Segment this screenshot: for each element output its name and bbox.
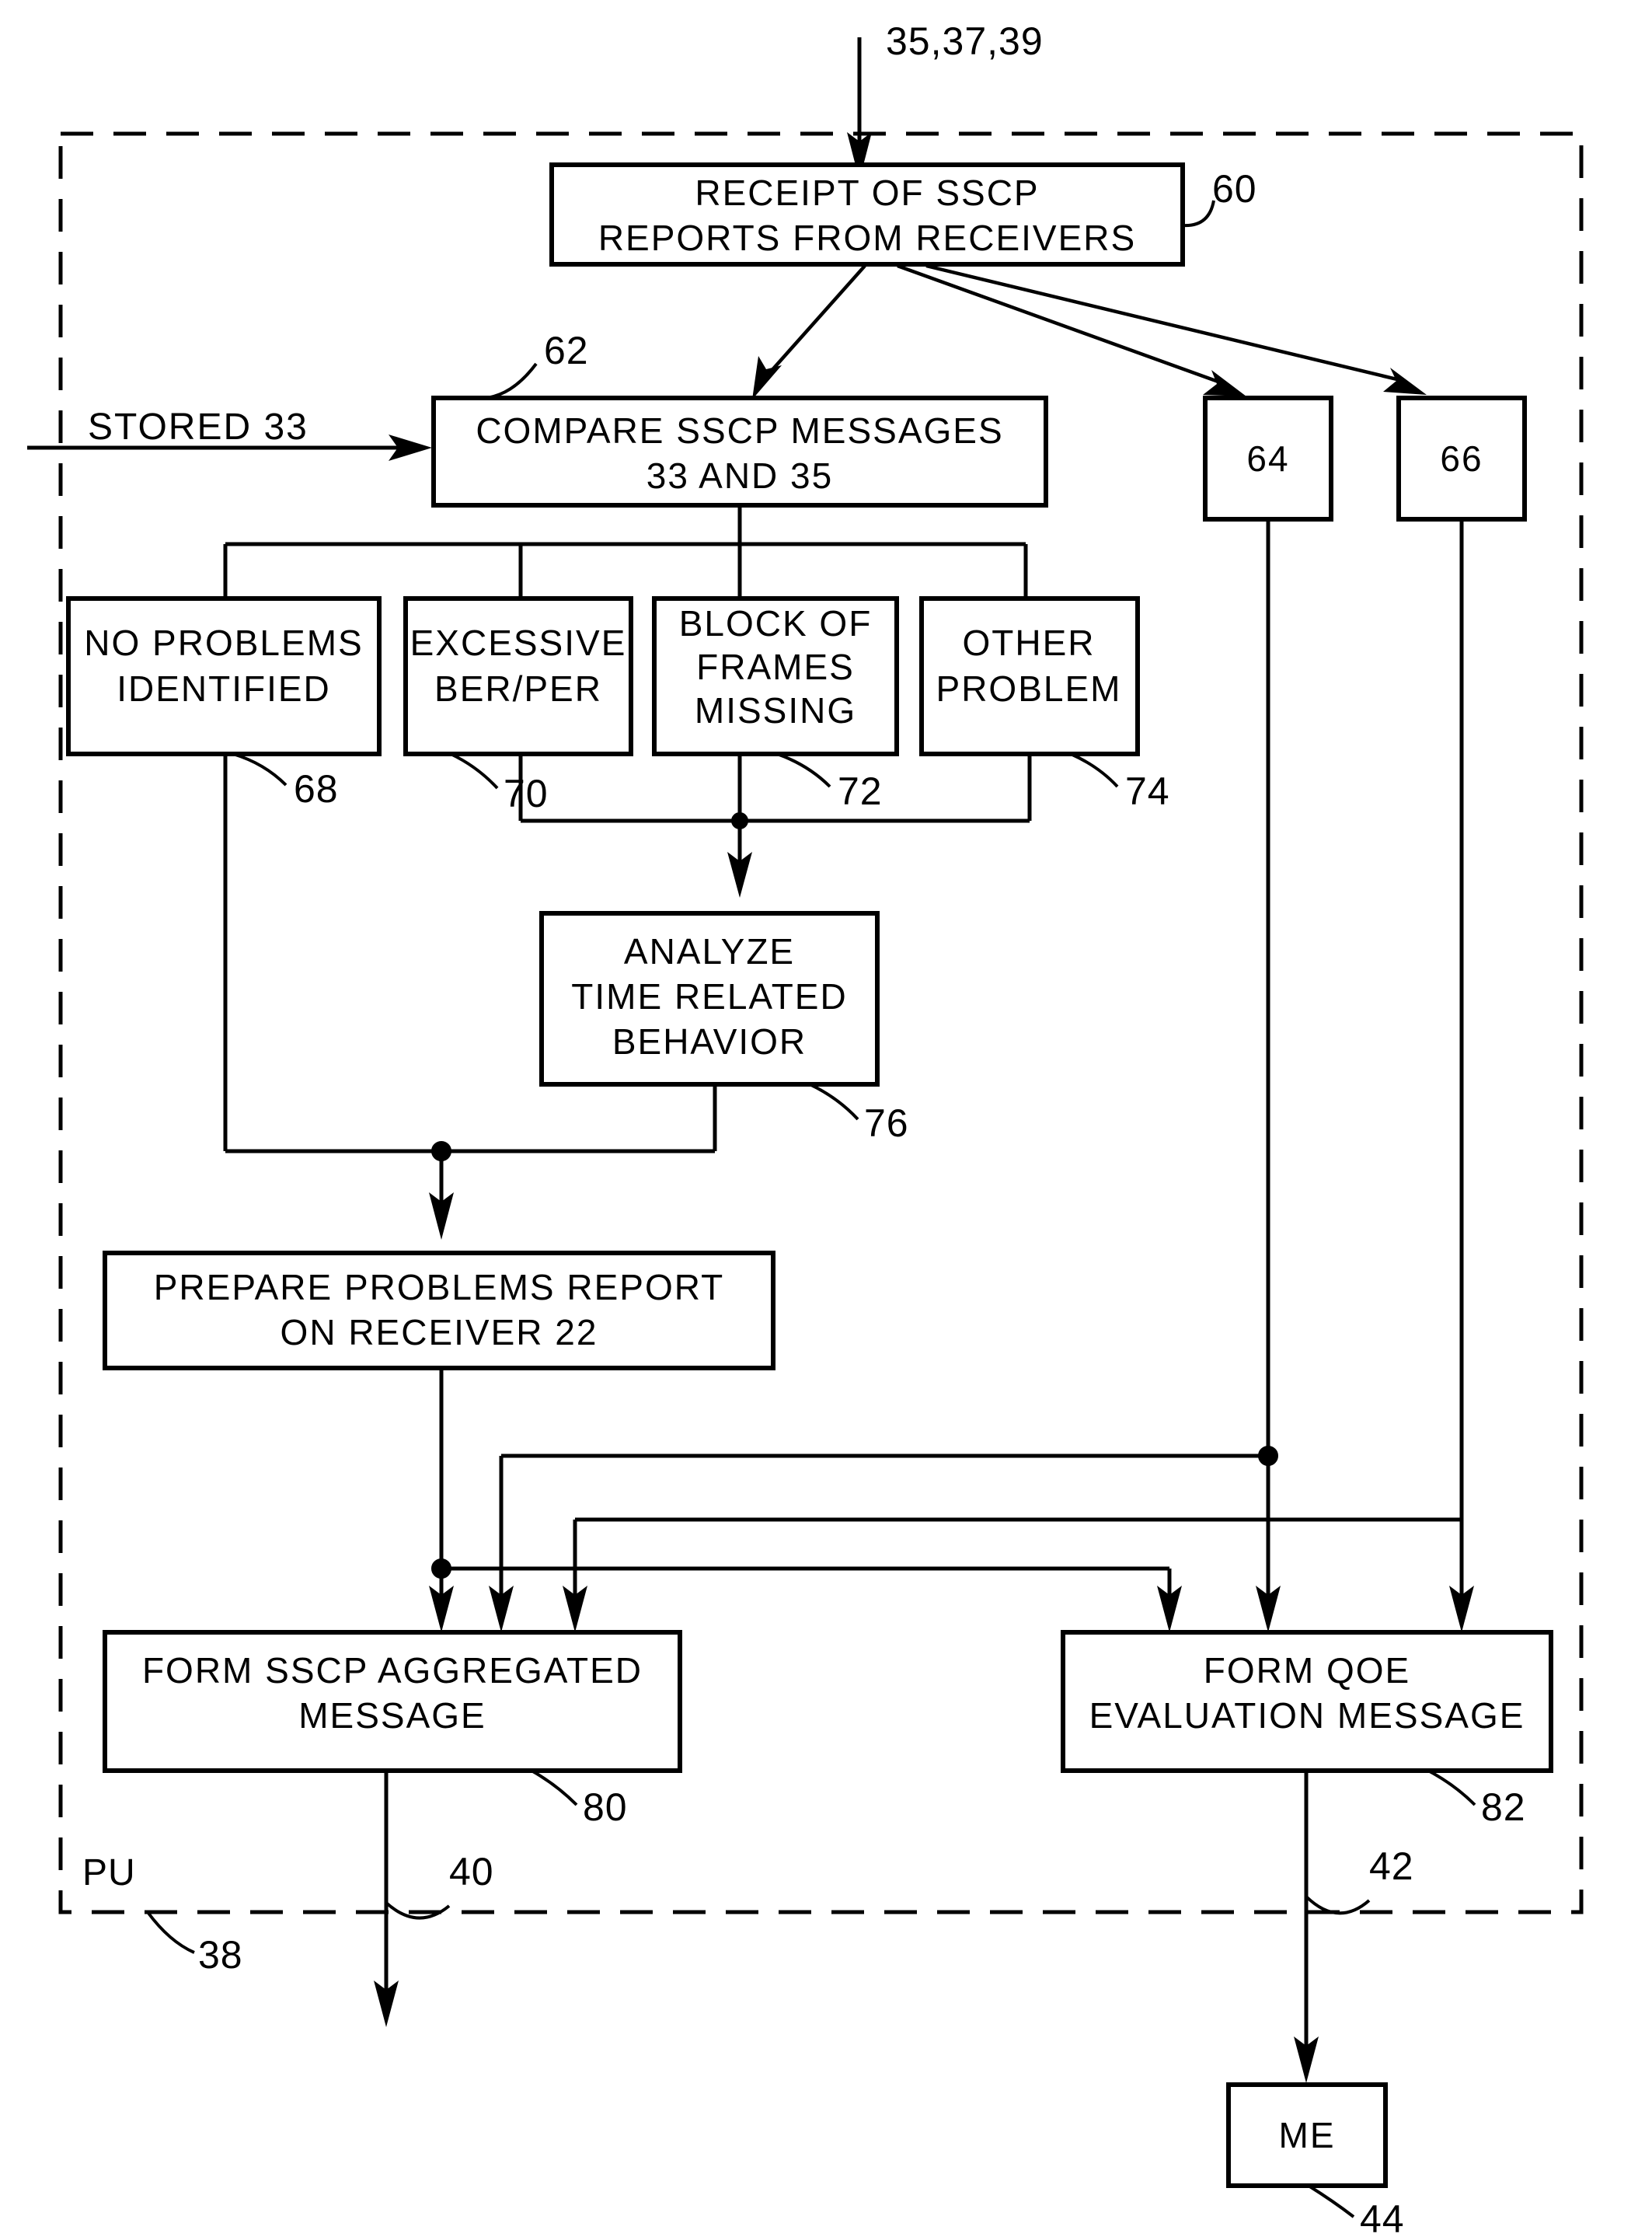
box-compare-line1: COMPARE SSCP MESSAGES <box>476 410 1003 451</box>
label-pu: PU <box>82 1852 136 1893</box>
ref-pu-38: 38 <box>198 1933 243 1977</box>
box-block-line1: BLOCK OF <box>679 603 873 644</box>
box-node66-label: 66 <box>1440 438 1483 479</box>
label-stored-33: STORED 33 <box>88 407 308 448</box>
ref-top-input: 35,37,39 <box>886 19 1044 63</box>
leader-68 <box>232 752 288 787</box>
branch-node64-to-form-sscp <box>489 1446 1278 1632</box>
branch-node66-to-form-sscp <box>563 1517 1462 1632</box>
box-block-line2: FRAMES <box>696 647 855 687</box>
ref-excessive-70: 70 <box>504 772 549 815</box>
leader-70 <box>450 752 499 790</box>
compare-to-problems-bus <box>223 505 1028 599</box>
box-excessive-line1: EXCESSIVE <box>410 623 627 663</box>
box-me-label: ME <box>1279 2115 1336 2155</box>
top-input-arrow <box>847 37 872 180</box>
ref-analyze-76: 76 <box>864 1101 909 1145</box>
box-excessive-line2: BER/PER <box>434 668 602 709</box>
arrow-receipt-to-compare <box>752 264 866 400</box>
leader-44 <box>1307 2184 1355 2218</box>
problems-to-analyze-bus <box>518 754 1032 898</box>
box-analyze-line2: TIME RELATED <box>571 976 847 1017</box>
leader-74 <box>1070 752 1119 788</box>
ref-output-42: 42 <box>1369 1844 1414 1888</box>
box-prepare-line2: ON RECEIVER 22 <box>281 1312 598 1352</box>
box-receipt-line1: RECEIPT OF SSCP <box>695 173 1039 213</box>
box-no-problems-line2: IDENTIFIED <box>117 668 331 709</box>
leader-38 <box>146 1911 195 1954</box>
box-analyze-line3: BEHAVIOR <box>612 1021 807 1062</box>
flowchart-svg: 35,37,39 RECEIPT OF SSCP REPORTS FROM RE… <box>27 19 1584 2237</box>
ref-no-problems-68: 68 <box>294 767 339 811</box>
ref-form-qoe-82: 82 <box>1481 1785 1526 1829</box>
leader-62 <box>485 362 538 400</box>
ref-other-74: 74 <box>1125 770 1170 813</box>
ref-block-72: 72 <box>838 770 883 813</box>
box-no-problems-line1: NO PROBLEMS <box>84 623 363 663</box>
box-block-line3: MISSING <box>695 690 856 731</box>
ref-form-sscp-80: 80 <box>583 1785 628 1829</box>
arrow-receipt-to-node66 <box>925 263 1427 395</box>
leader-82 <box>1427 1769 1476 1806</box>
ref-me-44: 44 <box>1360 2197 1405 2237</box>
ref-output-40: 40 <box>449 1850 494 1893</box>
output-40-arrow <box>374 1771 451 2027</box>
ref-receipt-60: 60 <box>1212 167 1257 211</box>
box-form-qoe-line2: EVALUATION MESSAGE <box>1089 1695 1525 1736</box>
box-other-line2: PROBLEM <box>936 668 1122 709</box>
box-other-line1: OTHER <box>963 623 1096 663</box>
box-analyze-line1: ANALYZE <box>624 931 795 972</box>
leader-76 <box>809 1083 859 1121</box>
leader-72 <box>776 752 831 788</box>
box-node64-label: 64 <box>1246 438 1289 479</box>
prepare-report-to-form-sscp <box>429 1368 1182 1632</box>
box-prepare-line1: PREPARE PROBLEMS REPORT <box>154 1267 724 1307</box>
patent-figure: 35,37,39 RECEIPT OF SSCP REPORTS FROM RE… <box>0 0 1652 2237</box>
leader-60 <box>1182 200 1215 228</box>
box-receipt-line2: REPORTS FROM RECEIVERS <box>598 218 1136 258</box>
box-form-sscp-line1: FORM SSCP AGGREGATED <box>142 1650 643 1691</box>
leader-80 <box>531 1769 578 1806</box>
box-compare-line2: 33 AND 35 <box>647 455 833 496</box>
output-42-arrow <box>1294 1771 1371 2083</box>
box-form-qoe-line1: FORM QOE <box>1204 1650 1410 1691</box>
ref-compare-62: 62 <box>544 329 589 372</box>
box-form-sscp-line2: MESSAGE <box>298 1695 486 1736</box>
